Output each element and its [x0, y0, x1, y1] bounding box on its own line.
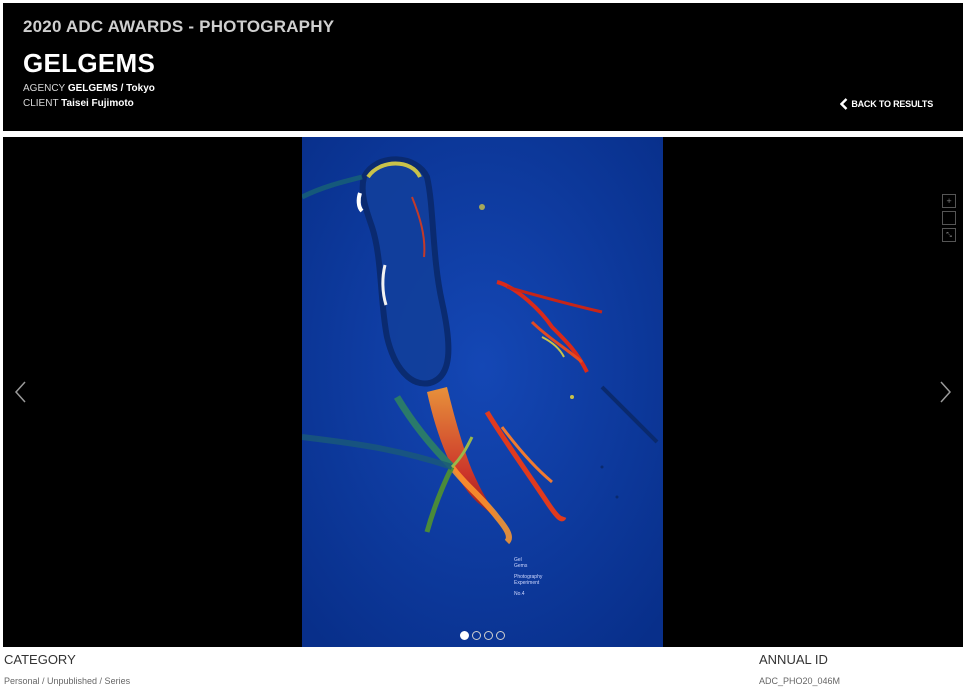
client-label: CLIENT — [23, 98, 59, 109]
image-viewer: Gel Gems Photography Experiment No.4 + ⤡ — [3, 137, 963, 647]
photo-artwork — [302, 137, 663, 647]
agency-value: GELGEMS / Tokyo — [67, 83, 155, 94]
entry-header: 2020 ADC AWARDS - PHOTOGRAPHY GELGEMS AG… — [3, 3, 963, 131]
annual-id-value: ADC_PHO20_046M — [759, 676, 841, 686]
agency-line: AGENCY GELGEMS / Tokyo — [23, 83, 155, 94]
category-label: CATEGORY — [4, 652, 76, 667]
back-to-results-link[interactable]: BACK TO RESULTS — [840, 98, 933, 110]
chevron-left-icon — [11, 381, 31, 409]
chevron-left-icon — [840, 98, 848, 110]
category-value: Personal / Unpublished / Series — [4, 676, 131, 686]
shrink-button[interactable]: ⤡ — [942, 228, 956, 242]
poster-caption: Gel Gems Photography Experiment No.4 — [514, 557, 542, 597]
poster-number: No.4 — [514, 591, 525, 597]
entry-title: GELGEMS — [23, 48, 156, 78]
award-title: 2020 ADC AWARDS - PHOTOGRAPHY — [23, 17, 335, 36]
previous-image-button[interactable] — [11, 379, 31, 405]
annual-id-label: ANNUAL ID — [759, 652, 828, 667]
poster-line: Gems — [514, 563, 528, 569]
slide-dot-2[interactable] — [472, 631, 481, 640]
next-image-button[interactable] — [935, 379, 955, 405]
zoom-in-button[interactable]: + — [942, 194, 956, 208]
client-value: Taisei Fujimoto — [61, 98, 134, 109]
slide-dot-3[interactable] — [484, 631, 493, 640]
fullscreen-button[interactable] — [942, 211, 956, 225]
client-line: CLIENT Taisei Fujimoto — [23, 98, 134, 109]
entry-photo: Gel Gems Photography Experiment No.4 — [302, 137, 663, 647]
slide-pagination — [460, 631, 505, 640]
slide-dot-1[interactable] — [460, 631, 469, 640]
back-to-results-label: BACK TO RESULTS — [851, 99, 933, 109]
poster-line: Experiment — [514, 580, 540, 586]
chevron-right-icon — [935, 381, 955, 409]
agency-label: AGENCY — [23, 83, 66, 94]
viewer-toolbar: + ⤡ — [942, 194, 956, 245]
slide-dot-4[interactable] — [496, 631, 505, 640]
